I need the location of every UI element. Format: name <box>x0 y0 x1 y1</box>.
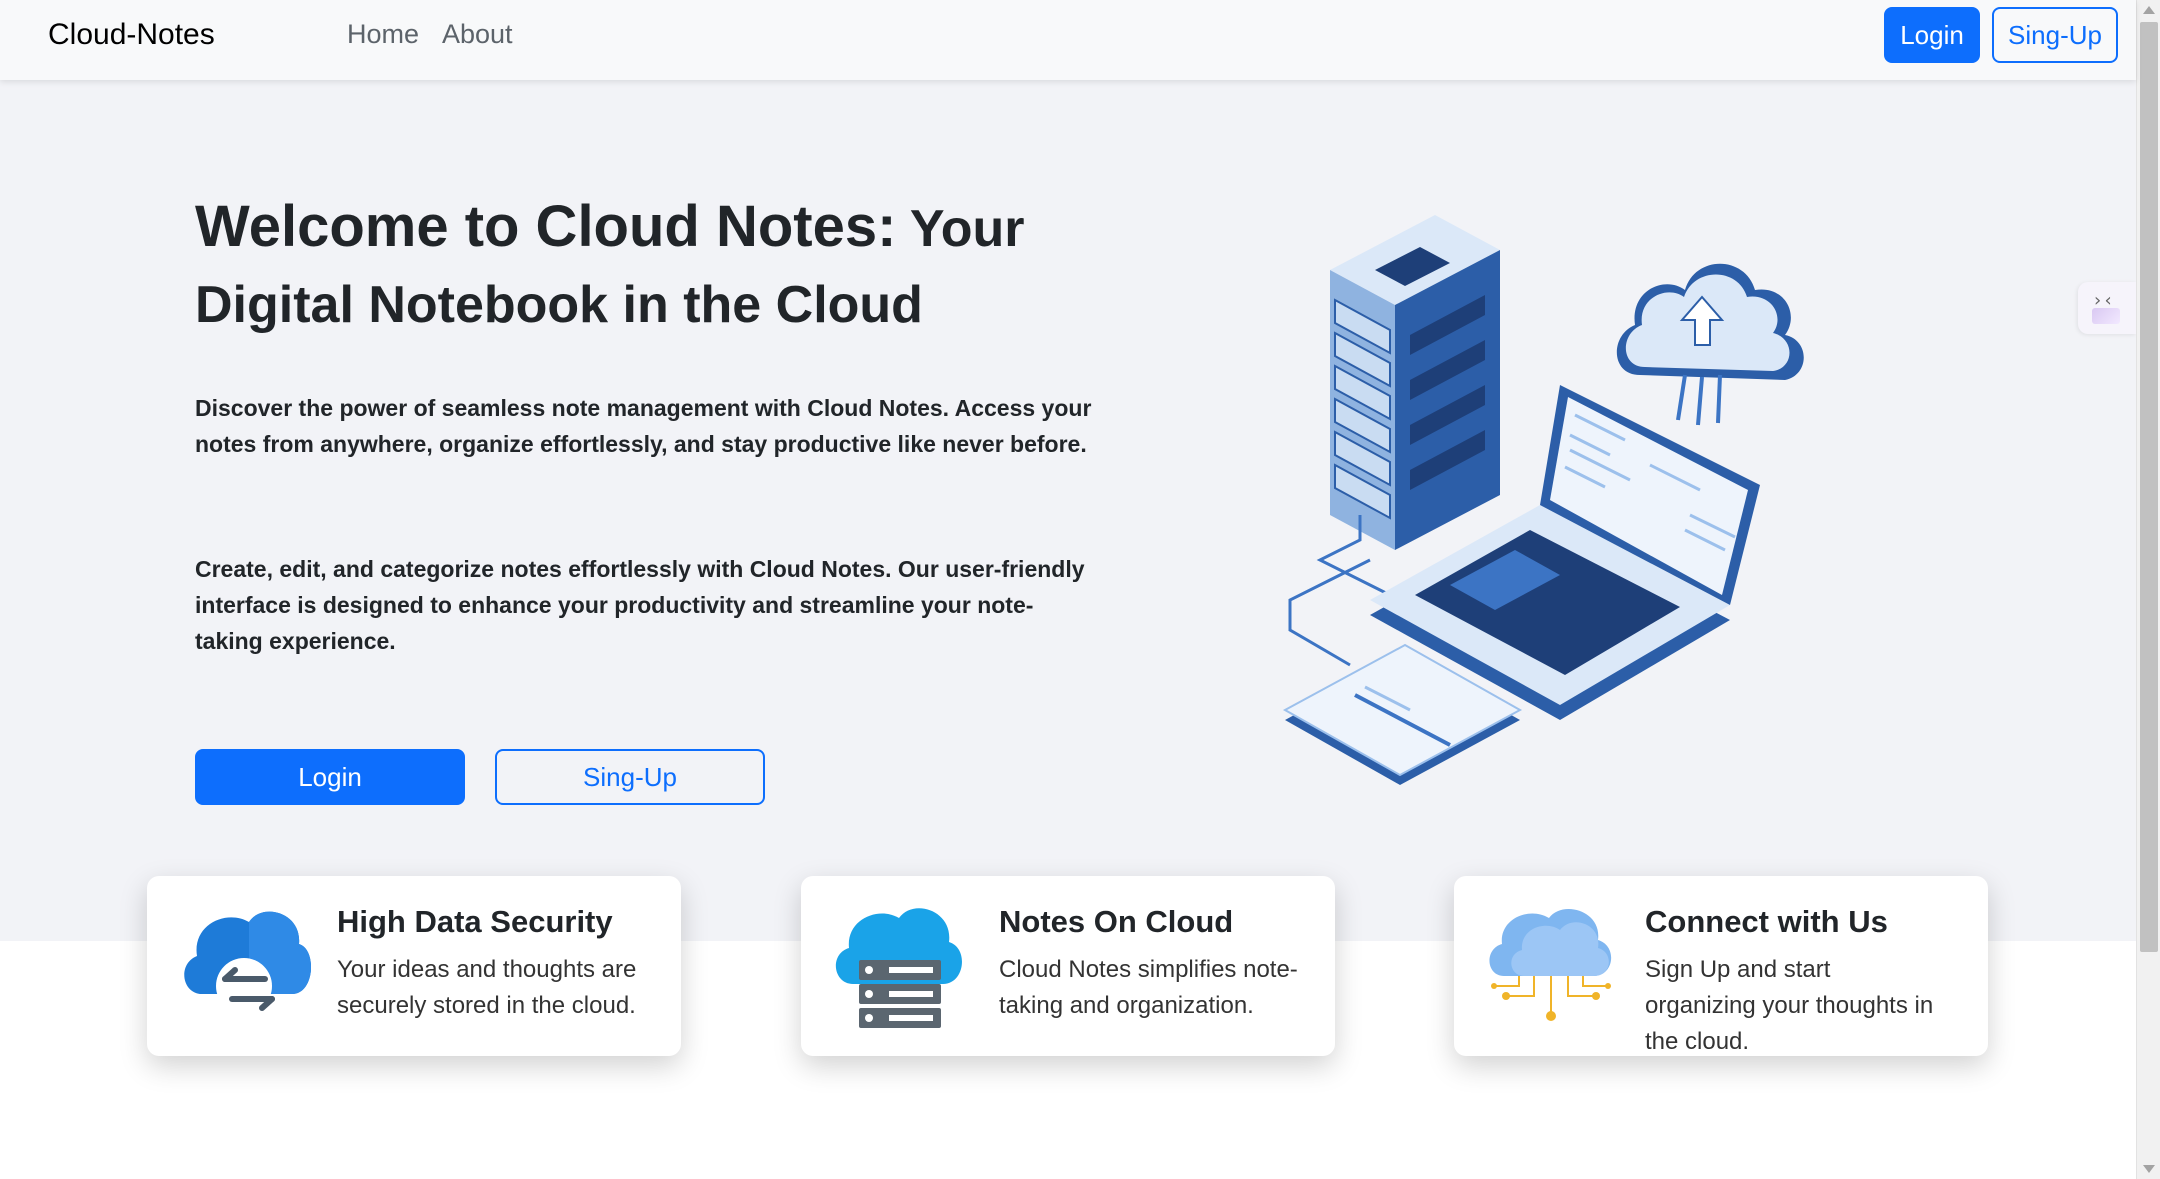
feature-title: Notes On Cloud <box>999 904 1234 939</box>
scroll-up-arrow-icon[interactable] <box>2143 6 2155 14</box>
cloud-upload-icon <box>1616 263 1804 426</box>
server-tower-icon <box>1330 215 1500 550</box>
hero-paragraph-2: Create, edit, and categorize notes effor… <box>195 556 1085 654</box>
hero-signup-button[interactable]: Sing-Up <box>495 749 765 805</box>
feature-card-cloud: Notes On Cloud Cloud Notes simplifies no… <box>801 876 1335 1056</box>
feature-text: Cloud Notes simplifies note-taking and o… <box>999 956 1298 1019</box>
feature-text: Sign Up and start organizing your though… <box>1645 956 1934 1055</box>
vertical-scrollbar[interactable] <box>2136 0 2160 1179</box>
feature-card-security: High Data Security Your ideas and though… <box>147 876 681 1056</box>
feature-text: Your ideas and thoughts are securely sto… <box>337 956 637 1019</box>
hero-title: Welcome to Cloud Notes: Your Digital Not… <box>195 190 1095 342</box>
nav-link-about[interactable]: About <box>442 19 513 50</box>
cloud-server-icon <box>835 908 962 1028</box>
hero-paragraph-1: Discover the power of seamless note mana… <box>195 395 1092 457</box>
scroll-down-arrow-icon[interactable] <box>2143 1165 2155 1173</box>
hero-login-button[interactable]: Login <box>195 749 465 805</box>
hero-section: Welcome to Cloud Notes: Your Digital Not… <box>0 80 2136 941</box>
navbar-login-button[interactable]: Login <box>1884 7 1980 63</box>
cloud-network-icon <box>1489 909 1612 1021</box>
brand-logo[interactable]: Cloud-Notes <box>48 18 215 52</box>
side-floating-widget[interactable]: ›‹ <box>2078 282 2136 334</box>
navbar: Cloud-Notes Home About Login Sing-Up <box>0 0 2136 80</box>
feature-title: High Data Security <box>337 904 613 939</box>
feature-card-connect: Connect with Us Sign Up and start organi… <box>1454 876 1988 1056</box>
server-laptop-cloud-illustration <box>1282 215 1804 785</box>
hero-title-lead: Welcome to Cloud Notes: <box>195 194 897 259</box>
nav-link-home[interactable]: Home <box>347 19 419 50</box>
scrollbar-thumb[interactable] <box>2140 22 2158 952</box>
widget-thumbnail <box>2092 308 2120 324</box>
cloud-transfer-icon <box>184 911 311 1014</box>
page: Cloud-Notes Home About Login Sing-Up Wel… <box>0 0 2160 1179</box>
navbar-signup-button[interactable]: Sing-Up <box>1992 7 2118 63</box>
feature-title: Connect with Us <box>1645 904 1888 939</box>
